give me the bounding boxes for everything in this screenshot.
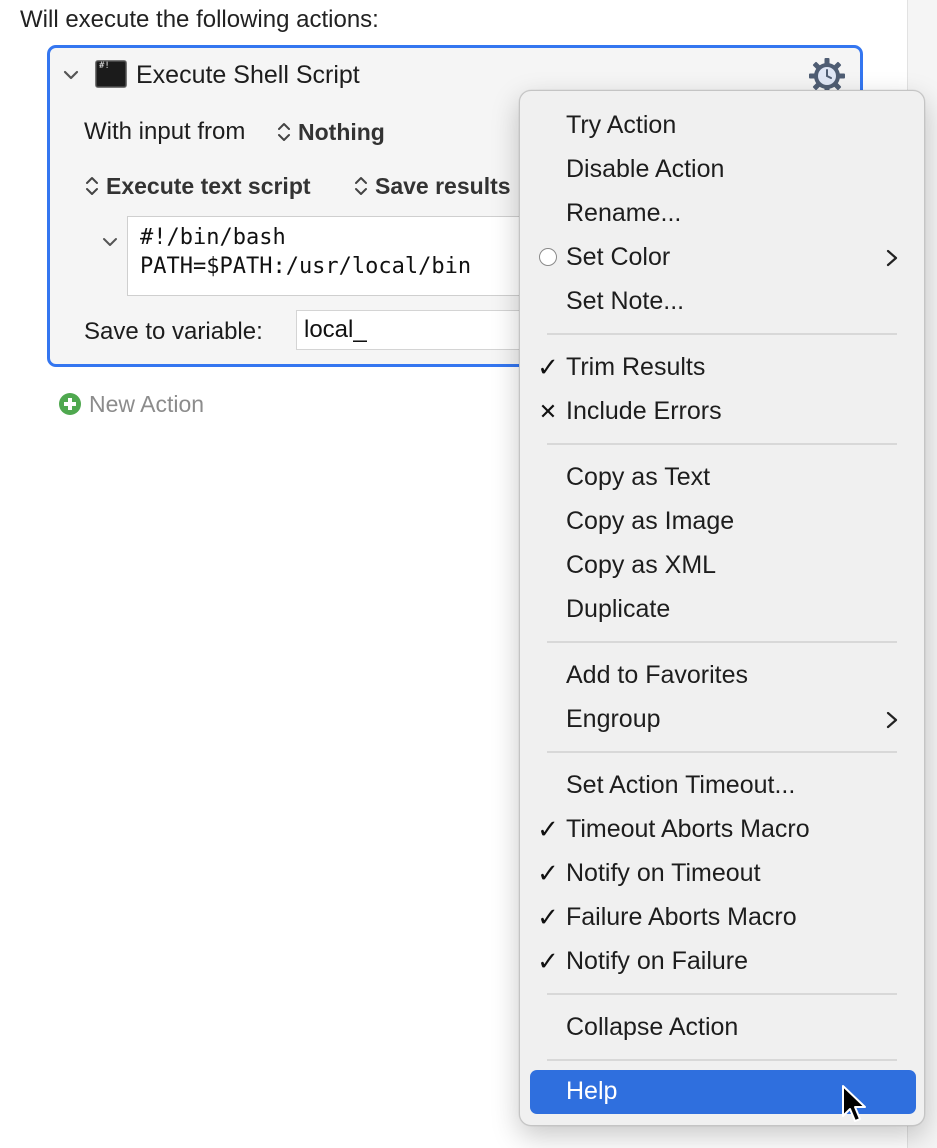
new-action-label: New Action [89, 391, 205, 417]
menu-item-notify-on-failure[interactable]: ✓ Notify on Failure [520, 940, 924, 984]
menu-item-disable-action[interactable]: Disable Action [520, 148, 924, 192]
mouse-pointer-icon [842, 1085, 866, 1122]
chevron-updown-icon [278, 123, 290, 141]
menu-item-set-action-timeout[interactable]: Set Action Timeout... [520, 764, 924, 808]
menu-separator [547, 993, 897, 995]
terminal-icon: #! [95, 60, 127, 88]
chevron-updown-icon [355, 177, 367, 195]
checkmark-icon: ✓ [537, 946, 559, 976]
save-variable-label: Save to variable: [84, 318, 263, 345]
action-context-menu: Try Action Disable Action Rename... Set … [519, 90, 925, 1126]
menu-item-collapse-action[interactable]: Collapse Action [520, 1006, 924, 1050]
chevron-down-icon[interactable] [100, 232, 120, 252]
menu-item-engroup[interactable]: Engroup [520, 698, 924, 742]
input-source-popup[interactable]: Nothing [276, 119, 385, 146]
checkmark-icon: ✓ [537, 352, 559, 382]
menu-item-set-color[interactable]: Set Color [520, 236, 924, 280]
results-mode-popup[interactable]: Save results [353, 173, 511, 200]
actions-header: Will execute the following actions: [20, 6, 379, 33]
script-mode-value: Execute text script [106, 173, 311, 199]
chevron-right-icon [886, 249, 898, 267]
menu-item-include-errors[interactable]: ✕ Include Errors [520, 390, 924, 434]
plus-circle-icon [59, 393, 81, 415]
menu-item-set-note[interactable]: Set Note... [520, 280, 924, 324]
chevron-down-icon[interactable] [60, 64, 82, 86]
menu-separator [547, 443, 897, 445]
menu-item-copy-as-xml[interactable]: Copy as XML [520, 544, 924, 588]
chevron-updown-icon [86, 177, 98, 195]
checkmark-icon: ✓ [537, 858, 559, 888]
menu-item-add-to-favorites[interactable]: Add to Favorites [520, 654, 924, 698]
menu-item-copy-as-text[interactable]: Copy as Text [520, 456, 924, 500]
menu-item-try-action[interactable]: Try Action [520, 104, 924, 148]
x-mark-icon: ✕ [538, 399, 558, 424]
script-mode-popup[interactable]: Execute text script [84, 173, 311, 200]
menu-item-rename[interactable]: Rename... [520, 192, 924, 236]
menu-item-notify-on-timeout[interactable]: ✓ Notify on Timeout [520, 852, 924, 896]
menu-item-failure-aborts-macro[interactable]: ✓ Failure Aborts Macro [520, 896, 924, 940]
menu-separator [547, 641, 897, 643]
menu-item-timeout-aborts-macro[interactable]: ✓ Timeout Aborts Macro [520, 808, 924, 852]
input-source-value: Nothing [298, 119, 385, 145]
input-from-label: With input from [84, 118, 246, 145]
checkmark-icon: ✓ [537, 814, 559, 844]
menu-separator [547, 1059, 897, 1061]
action-title: Execute Shell Script [136, 61, 360, 89]
results-mode-value: Save results [375, 173, 511, 199]
checkmark-icon: ✓ [537, 902, 559, 932]
menu-item-copy-as-image[interactable]: Copy as Image [520, 500, 924, 544]
new-action-button[interactable]: New Action [59, 391, 204, 418]
chevron-right-icon [886, 711, 898, 729]
menu-item-trim-results[interactable]: ✓ Trim Results [520, 346, 924, 390]
menu-separator [547, 333, 897, 335]
color-circle-icon [539, 248, 557, 266]
menu-item-duplicate[interactable]: Duplicate [520, 588, 924, 632]
menu-separator [547, 751, 897, 753]
